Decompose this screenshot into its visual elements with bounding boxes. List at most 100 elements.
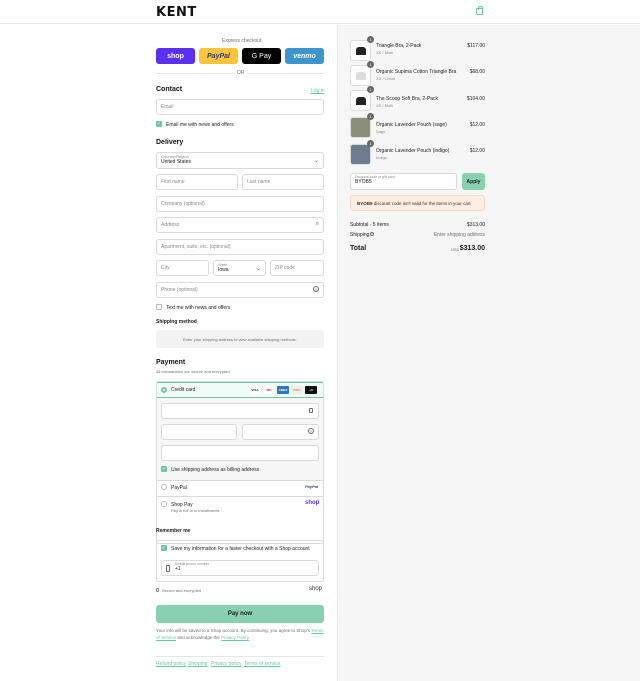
product-price: $12.00 [469,148,485,154]
email-field[interactable]: Email [156,99,324,115]
help-icon[interactable]: ? [308,428,314,434]
zip-field[interactable]: ZIP code [270,260,324,276]
paypal-button[interactable]: PayPal [199,48,238,64]
lock-icon [309,408,313,413]
product-thumbnail [350,40,371,61]
state-select[interactable]: State Iowa ⌄ [213,260,266,276]
paypal-label: PayPal [171,485,187,491]
chevron-down-icon: ⌄ [313,158,319,164]
legal-text-end: . [248,634,251,640]
subtotal-value: $313.00 [466,222,485,228]
contact-heading: Contact [156,86,183,93]
first-name-field[interactable]: First name [156,174,238,190]
delivery-heading: Delivery [156,139,184,146]
refund-policy-link[interactable]: Refund policy [156,661,186,667]
bra-image [356,72,366,80]
brand-logo[interactable]: KENT [156,5,197,20]
apartment-field[interactable]: Apartment, suite, etc. (optional) [156,239,324,255]
shop-pay-logo: shop [305,500,320,506]
chevron-down-icon: ⌄ [255,266,261,272]
phone-icon [166,565,170,572]
shopping-bag-icon[interactable] [476,6,483,15]
name-on-card-field[interactable] [161,445,319,461]
apply-button[interactable]: Apply [462,173,485,190]
company-field[interactable]: Company (optional) [156,196,324,212]
save-info-checkbox[interactable]: ✓ [161,545,167,551]
privacy-policy-link[interactable]: Privacy policy [211,661,242,667]
discount-code-field[interactable]: Discount code or gift card BYOB5 [350,173,457,190]
payment-subtitle: All transactions are secure and encrypte… [156,369,231,374]
product-thumbnail [350,117,371,138]
subtotal-label: Subtotal · 5 items [350,222,389,228]
info-icon[interactable] [370,232,374,236]
bra-image [356,97,366,105]
billing-label: Use shipping address as billing address [171,467,260,473]
expiration-field[interactable] [161,424,237,440]
privacy-link[interactable]: Privacy Policy [221,635,249,640]
shop-pay-button[interactable]: shop [156,48,195,64]
product-name: Organic Lavender Pouch (indigo) [376,148,450,154]
quantity-badge: 1 [367,113,374,120]
paypal-logo: PayPal [305,484,319,489]
news-checkbox[interactable]: ✓ [156,121,162,127]
discount-error: BYOB5 discount code isn't valid for the … [350,195,485,211]
error-code: BYOB5 [357,201,373,206]
billing-checkbox[interactable]: ✓ [161,466,167,472]
product-name: Organic Supima Cotton Triangle Bra [376,69,457,75]
country-select[interactable]: Country/Region United States ⌄ [156,152,324,169]
security-code-field[interactable]: ? [242,424,319,440]
secure-label: Secure and encrypted [162,588,202,593]
product-variant: Sage [376,129,386,134]
product-name: Organic Lavender Pouch (sage) [376,122,447,128]
divider [157,496,323,497]
legal-text-2: and acknowledge the [177,634,220,640]
shipping-notice: Enter your shipping address to view avai… [156,330,324,348]
order-summary: 1 Triangle Bra, 2-Pack XS / Multi $117.0… [337,25,640,681]
product-name: The Scoop Soft Bra, 2-Pack [376,96,438,102]
search-icon: ⌕ [315,221,319,227]
city-field[interactable]: City [156,260,209,276]
mastercard-icon: MC [263,386,275,394]
last-name-field[interactable]: Last name [242,174,324,190]
shipping-link[interactable]: Shipping [188,661,207,667]
shipping-value: Enter shipping address [433,232,485,238]
state-value: Iowa [218,267,229,273]
pay-now-button[interactable]: Pay now [156,605,324,623]
card-number-field[interactable] [161,403,319,419]
paypal-radio[interactable] [161,484,167,490]
bra-image [356,47,366,55]
login-link[interactable]: Log in [311,88,325,94]
currency-label: USD [451,247,460,252]
amex-icon: AMEX [277,386,289,394]
phone-field[interactable]: Phone (optional) ? [156,282,324,298]
address-placeholder: Address [161,222,180,228]
product-thumbnail [350,144,371,165]
checkout-form: Express checkout shop PayPal G Pay venmo… [0,25,337,681]
product-variant: XS / Multi [376,50,394,55]
shop-pay-radio[interactable] [161,501,167,507]
country-value: United States [161,159,192,165]
remember-me-heading: Remember me [156,528,191,534]
or-divider-label: OR [235,70,247,76]
mobile-phone-field[interactable]: Mobile phone number +1 [161,560,319,576]
divider [156,656,324,657]
legal-text: Your info will be saved to a Shop accoun… [156,628,326,641]
shop-pay-subtitle: Pay in full or in installments [171,508,220,513]
terms-of-service-link[interactable]: Terms of service [244,661,280,667]
news-label: Email me with news and offers [166,122,234,128]
credit-card-radio[interactable] [161,387,167,393]
text-offers-checkbox[interactable] [156,304,162,310]
product-price: $117.00 [467,43,485,49]
payment-heading: Payment [156,359,186,366]
visa-icon: VISA [249,386,261,394]
venmo-button[interactable]: venmo [285,48,324,64]
help-icon[interactable]: ? [313,286,319,292]
discount-value: BYOB5 [355,179,372,185]
product-thumbnail [350,90,371,111]
google-pay-button[interactable]: G Pay [242,48,281,64]
save-info-label: Save my information for a faster checkou… [171,546,310,552]
phone-placeholder: Phone (optional) [161,287,198,293]
quantity-badge: 1 [367,61,374,68]
quantity-badge: 1 [367,86,374,93]
address-field[interactable]: Address ⌕ [156,217,324,233]
